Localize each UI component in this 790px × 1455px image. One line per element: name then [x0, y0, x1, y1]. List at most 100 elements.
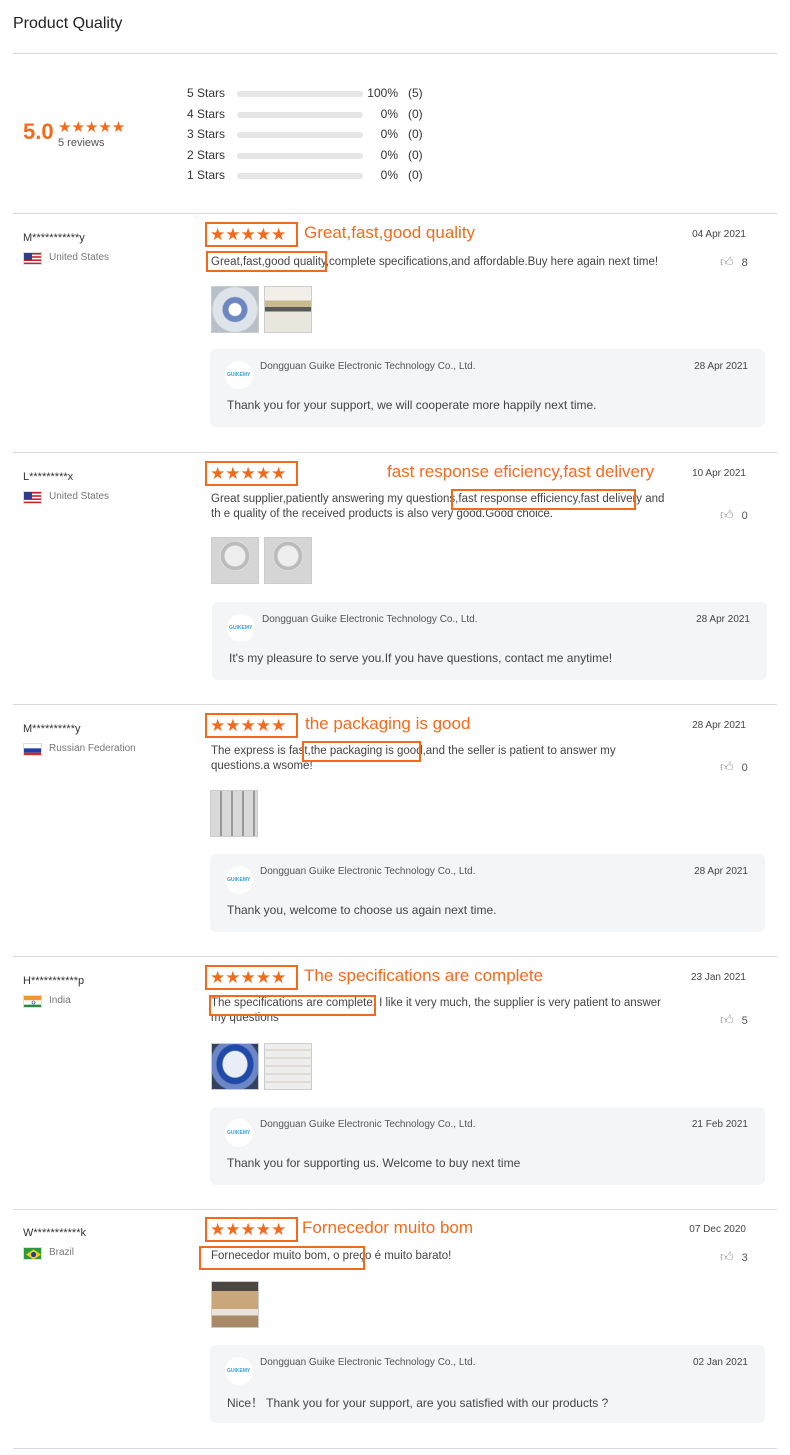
rating-bar	[237, 91, 363, 97]
rating-percent: 0%	[380, 106, 398, 121]
review-images	[210, 790, 263, 842]
review-image[interactable]	[264, 286, 312, 333]
highlight-box	[206, 251, 327, 272]
reply-date: 28 Apr 2021	[696, 614, 750, 625]
like-count: 0	[741, 510, 748, 522]
rating-row-label: 5 Stars	[187, 86, 226, 100]
review-date: 28 Apr 2021	[692, 720, 746, 731]
review-headline: the packaging is good	[305, 714, 471, 733]
rating-row-label: 2 Stars	[187, 147, 226, 162]
like-button[interactable]: 👍︎ 5	[720, 1012, 748, 1028]
rating-percent: 100%	[367, 86, 398, 100]
reviewer-name: L*********x	[23, 471, 74, 483]
thumbs-up-icon: 👍︎	[720, 254, 734, 269]
review-image[interactable]	[264, 1043, 312, 1090]
reply-text: Thank you, welcome to choose us again ne…	[227, 903, 497, 917]
like-button[interactable]: 👍︎ 0	[720, 759, 748, 775]
rating-bar	[237, 173, 363, 179]
review-images	[211, 1043, 317, 1095]
reply-text: Thank you for your support, we will coop…	[227, 398, 597, 412]
like-count: 3	[741, 1252, 748, 1264]
review-date: 07 Dec 2020	[689, 1224, 746, 1235]
divider	[13, 704, 777, 705]
review-image[interactable]	[211, 537, 259, 584]
reply-text: Nice！ Thank you for your support, are yo…	[227, 1396, 609, 1410]
page-title: Product Quality	[13, 15, 123, 32]
seller-reply: GUIKEMY Dongguan Guike Electronic Techno…	[210, 1107, 765, 1185]
review-headline: fast response eficiency,fast delivery	[387, 462, 655, 481]
seller-name: Dongguan Guike Electronic Technology Co.…	[260, 361, 476, 372]
review-count[interactable]: 5 reviews	[58, 137, 104, 149]
reviewer-country: United States	[49, 252, 110, 263]
reply-date: 28 Apr 2021	[694, 866, 748, 877]
review-headline: Great,fast,good quality	[304, 223, 476, 242]
rating-count: (5)	[408, 86, 423, 100]
seller-name: Dongguan Guike Electronic Technology Co.…	[260, 866, 476, 877]
review-images	[211, 286, 317, 338]
reviewer-country: Brazil	[49, 1247, 75, 1258]
rating-count: (0)	[408, 127, 423, 141]
rating-row[interactable]: 3 Stars 0% (0)	[187, 126, 447, 147]
thumbs-up-icon: 👍︎	[720, 1012, 734, 1027]
rating-count: (0)	[408, 168, 423, 182]
rating-bar	[237, 152, 363, 159]
rating-row[interactable]: 2 Stars 0% (0)	[187, 147, 447, 168]
seller-name: Dongguan Guike Electronic Technology Co.…	[260, 1119, 476, 1130]
seller-logo: GUIKEMY	[225, 866, 253, 894]
review-date: 04 Apr 2021	[692, 229, 746, 240]
reply-text: It's my pleasure to serve you.If you hav…	[229, 651, 613, 665]
reply-date: 28 Apr 2021	[694, 361, 748, 372]
highlight-box	[199, 1246, 365, 1270]
rating-row[interactable]: 1 Stars 0% (0)	[187, 167, 447, 188]
like-count: 8	[741, 257, 748, 269]
rating-percent: 0%	[380, 168, 398, 182]
seller-logo: GUIKEMY	[225, 1357, 253, 1385]
highlight-box	[451, 489, 636, 510]
reply-text: Thank you for supporting us. Welcome to …	[227, 1156, 521, 1170]
seller-logo: GUIKEMY	[227, 614, 255, 642]
reviewer-country: United States	[49, 491, 110, 502]
average-stars: ★★★★★	[58, 119, 126, 136]
reply-date: 21 Feb 2021	[691, 1119, 748, 1130]
rating-bar	[237, 111, 363, 118]
review-stars: ★★★★★	[205, 713, 298, 738]
review-image[interactable]	[211, 1281, 259, 1328]
divider	[13, 452, 777, 453]
rating-row[interactable]: 4 Stars 0% (0)	[187, 106, 447, 127]
like-button[interactable]: 👍︎ 8	[720, 254, 748, 270]
review-stars: ★★★★★	[205, 965, 298, 990]
review-image[interactable]	[211, 1043, 259, 1090]
seller-reply: GUIKEMY Dongguan Guike Electronic Techno…	[210, 349, 765, 427]
average-score: 5.0	[23, 119, 54, 144]
review-images	[211, 1281, 264, 1333]
rating-row[interactable]: 5 Stars 100% (5)	[187, 85, 447, 106]
reviewer-country: India	[49, 995, 71, 1006]
rating-percent: 0%	[380, 147, 398, 162]
highlight-box	[209, 995, 376, 1016]
divider	[13, 53, 777, 54]
review-image[interactable]	[264, 537, 312, 584]
rating-count: (0)	[408, 147, 423, 162]
us-flag-icon	[23, 491, 42, 504]
divider	[13, 956, 777, 957]
review-image[interactable]	[211, 286, 259, 333]
thumbs-up-icon: 👍︎	[720, 759, 734, 774]
reviewer-name: M**********y	[23, 723, 81, 735]
review-image[interactable]	[210, 790, 258, 837]
rating-bar	[237, 132, 363, 138]
rating-row-label: 4 Stars	[187, 106, 226, 121]
review-date: 23 Jan 2021	[690, 972, 746, 983]
thumbs-up-icon: 👍︎	[720, 1249, 734, 1264]
seller-name: Dongguan Guike Electronic Technology Co.…	[260, 1357, 476, 1368]
review-stars: ★★★★★	[205, 222, 298, 247]
thumbs-up-icon: 👍︎	[720, 507, 734, 522]
reviewer-name: M***********y	[23, 232, 85, 244]
like-button[interactable]: 👍︎ 3	[720, 1249, 748, 1265]
seller-reply: GUIKEMY Dongguan Guike Electronic Techno…	[212, 602, 767, 680]
review-text: The express is fast,the packaging is goo…	[211, 745, 616, 772]
seller-reply: GUIKEMY Dongguan Guike Electronic Techno…	[210, 854, 765, 932]
ru-flag-icon	[23, 743, 42, 756]
seller-name: Dongguan Guike Electronic Technology Co.…	[262, 614, 478, 625]
like-button[interactable]: 👍︎ 0	[720, 507, 748, 523]
reviewer-country: Russian Federation	[49, 743, 136, 754]
